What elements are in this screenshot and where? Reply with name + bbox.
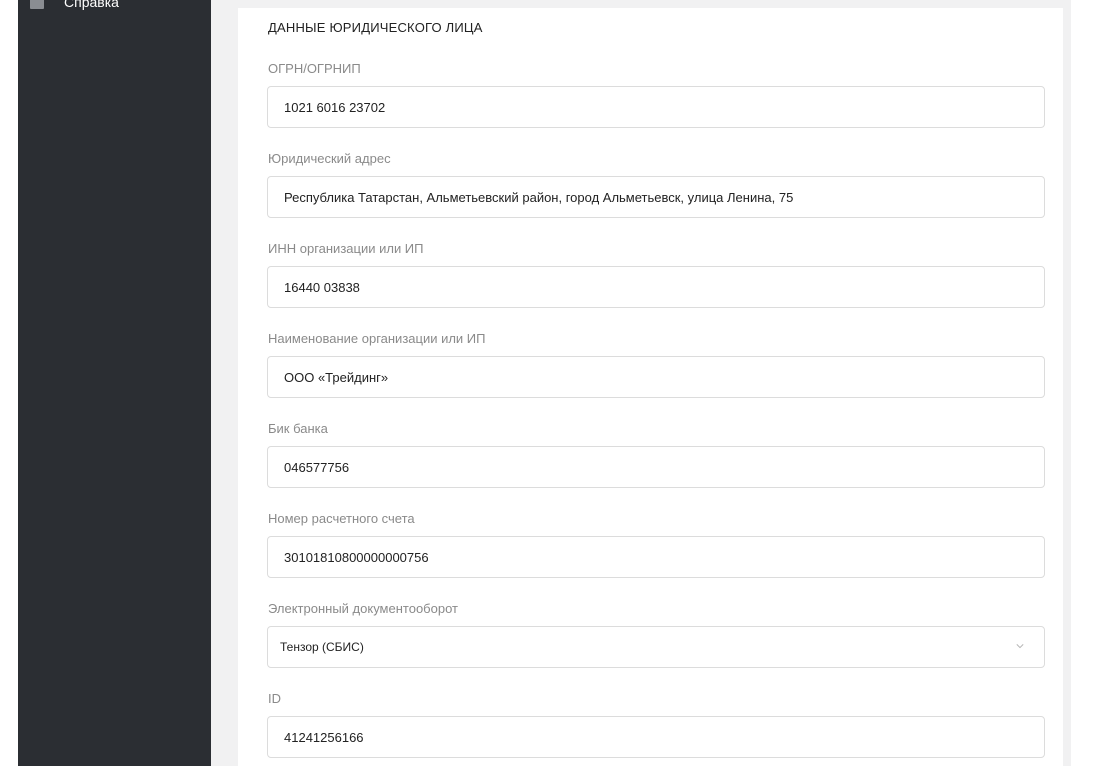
edo-value: Тензор (СБИС) xyxy=(280,640,364,654)
ogrn-label: ОГРН/ОГРНИП xyxy=(268,61,361,76)
id-label: ID xyxy=(268,691,281,706)
chevron-down-icon xyxy=(1016,644,1024,649)
edo-select[interactable]: Тензор (СБИС) xyxy=(267,626,1045,668)
edo-label: Электронный документооборот xyxy=(268,601,458,616)
inn-input[interactable]: 16440 03838 xyxy=(267,266,1045,308)
bik-input[interactable]: 046577756 xyxy=(267,446,1045,488)
bik-label: Бик банка xyxy=(268,421,328,436)
ogrn-input[interactable]: 1021 6016 23702 xyxy=(267,86,1045,128)
account-label: Номер расчетного счета xyxy=(268,511,415,526)
legal-entity-form: ДАННЫЕ ЮРИДИЧЕСКОГО ЛИЦА ОГРН/ОГРНИП 102… xyxy=(238,8,1063,766)
org-name-label: Наименование организации или ИП xyxy=(268,331,486,346)
account-input[interactable]: 30101810800000000756 xyxy=(267,536,1045,578)
legal-address-label: Юридический адрес xyxy=(268,151,391,166)
help-icon xyxy=(30,0,44,9)
inn-value: 16440 03838 xyxy=(284,279,360,295)
legal-address-input[interactable]: Республика Татарстан, Альметьевский райо… xyxy=(267,176,1045,218)
org-name-input[interactable]: ООО «Трейдинг» xyxy=(267,356,1045,398)
id-value: 41241256166 xyxy=(284,729,364,745)
sidebar: Справка xyxy=(18,0,211,766)
id-input[interactable]: 41241256166 xyxy=(267,716,1045,758)
org-name-value: ООО «Трейдинг» xyxy=(284,369,389,385)
sidebar-item-label: Справка xyxy=(64,0,119,10)
app-frame: Справка ДАННЫЕ ЮРИДИЧЕСКОГО ЛИЦА ОГРН/ОГ… xyxy=(0,0,1105,766)
ogrn-value: 1021 6016 23702 xyxy=(284,99,386,115)
bik-value: 046577756 xyxy=(284,459,350,475)
right-margin xyxy=(1071,0,1105,766)
sidebar-item-help[interactable]: Справка xyxy=(30,0,119,12)
section-title: ДАННЫЕ ЮРИДИЧЕСКОГО ЛИЦА xyxy=(268,20,483,35)
legal-address-value: Республика Татарстан, Альметьевский райо… xyxy=(284,189,794,205)
account-value: 30101810800000000756 xyxy=(284,549,429,565)
inn-label: ИНН организации или ИП xyxy=(268,241,424,256)
